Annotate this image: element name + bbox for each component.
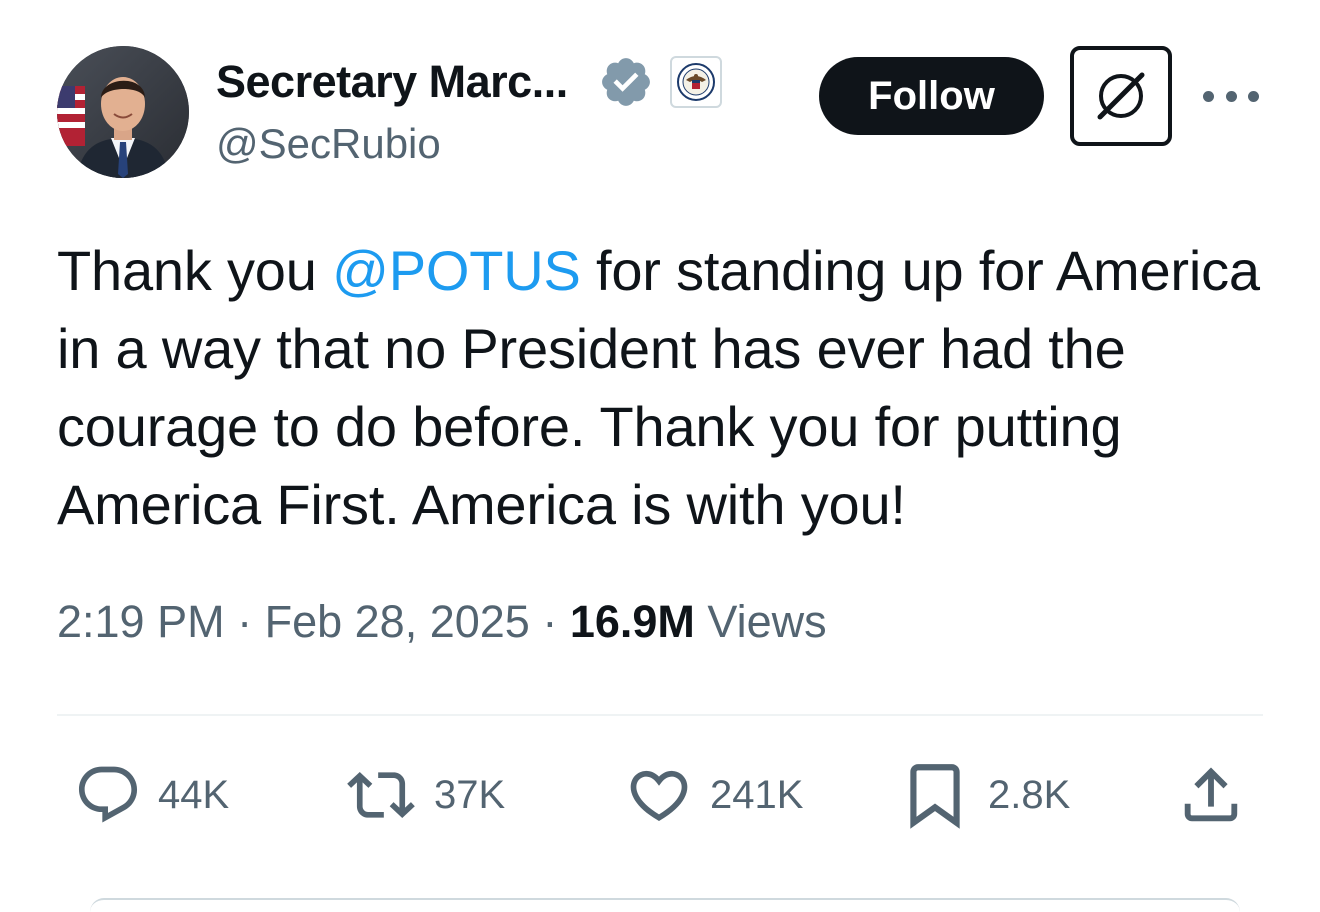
views-count: 16.9M [569, 596, 695, 647]
meta-separator: · [529, 596, 570, 647]
verified-badge-icon[interactable] [598, 54, 654, 110]
meta-separator: · [224, 596, 265, 647]
more-dots-icon [1225, 90, 1237, 102]
divider [57, 714, 1263, 716]
reply-icon [78, 766, 138, 823]
state-department-seal-icon[interactable] [669, 56, 722, 108]
heart-icon [630, 770, 688, 821]
grok-icon [1097, 72, 1145, 120]
tweet-time[interactable]: 2:19 PM [57, 596, 225, 647]
next-card-edge [90, 898, 1240, 912]
author-name-row: Secretary Marc... [216, 52, 722, 112]
tweet-date[interactable]: Feb 28, 2025 [265, 596, 530, 647]
more-options-button[interactable] [1203, 78, 1259, 114]
views-label: Views [694, 596, 827, 647]
repost-button[interactable]: 37K [344, 760, 505, 830]
avatar-photo [57, 46, 189, 178]
repost-count: 37K [434, 772, 506, 817]
like-button[interactable]: 241K [624, 760, 803, 830]
like-count: 241K [710, 772, 804, 817]
author-handle[interactable]: @SecRubio [216, 120, 441, 168]
tweet-meta: 2:19 PM · Feb 28, 2025 · 16.9M Views [57, 596, 827, 648]
more-dots-icon [1203, 90, 1214, 102]
reply-count: 44K [158, 772, 230, 817]
author-display-name[interactable]: Secretary Marc... [216, 56, 568, 108]
bookmark-count: 2.8K [988, 772, 1071, 817]
reply-button[interactable]: 44K [74, 760, 229, 830]
bookmark-button[interactable]: 2.8K [898, 760, 1070, 830]
tweet-text-start: Thank you [57, 239, 333, 302]
more-dots-icon [1248, 90, 1259, 102]
share-button[interactable] [1176, 760, 1246, 830]
mention-link[interactable]: @POTUS [332, 239, 581, 302]
author-avatar[interactable] [57, 46, 189, 178]
grok-button[interactable] [1070, 46, 1172, 146]
share-icon [1184, 767, 1238, 822]
repost-icon [347, 771, 415, 819]
bookmark-icon [910, 764, 960, 829]
tweet-text: Thank you @POTUS for standing up for Ame… [57, 232, 1277, 544]
follow-button[interactable]: Follow [819, 57, 1044, 135]
